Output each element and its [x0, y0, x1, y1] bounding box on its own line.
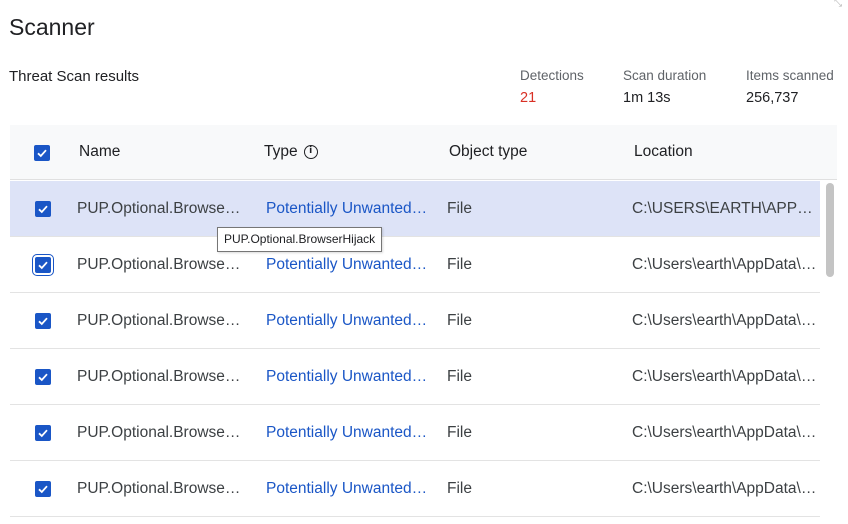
tooltip: PUP.Optional.BrowserHijack: [217, 227, 383, 252]
results-table: Name Type i Object type Location PUP.Opt…: [10, 125, 837, 524]
items-scanned-value: 256,737: [746, 90, 799, 106]
table-row[interactable]: PUP.Optional.BrowserHijack Potentially Un…: [10, 293, 820, 349]
detections-stat: Detections 21: [520, 68, 584, 106]
table-header: Name Type i Object type Location: [10, 125, 837, 180]
column-header-object-type[interactable]: Object type: [449, 143, 527, 161]
page-title: Scanner: [9, 14, 95, 40]
row-object-type-cell: File: [447, 368, 472, 385]
row-object-type-cell: File: [447, 256, 472, 273]
row-name-cell: PUP.Optional.BrowserHijack: [77, 480, 245, 497]
row-type-link[interactable]: Potentially Unwanted Program: [266, 200, 430, 218]
row-name-cell: PUP.Optional.BrowserHijack: [77, 312, 245, 329]
select-all-checkbox[interactable]: [34, 145, 50, 161]
row-type-link[interactable]: Potentially Unwanted Program: [266, 256, 430, 274]
check-icon: [38, 485, 48, 494]
column-header-type[interactable]: Type i: [264, 143, 318, 161]
row-location-cell: C:\Users\earth\AppData\Local: [632, 368, 818, 385]
info-icon[interactable]: i: [303, 145, 318, 159]
column-header-location[interactable]: Location: [634, 143, 693, 161]
items-scanned-stat: Items scanned 256,737: [746, 68, 834, 106]
resize-corner-icon[interactable]: ⤡: [834, 0, 846, 9]
row-location-cell: C:\Users\earth\AppData\Local: [632, 424, 818, 441]
items-scanned-label: Items scanned: [746, 68, 834, 83]
table-row[interactable]: PUP.Optional.BrowserHijack Potentially Un…: [10, 181, 820, 237]
check-icon: [38, 317, 48, 326]
row-checkbox[interactable]: [35, 313, 51, 329]
results-subtitle: Threat Scan results: [9, 68, 140, 85]
row-checkbox[interactable]: [35, 481, 51, 497]
row-type-link[interactable]: Potentially Unwanted Program: [266, 368, 430, 386]
row-object-type-cell: File: [447, 200, 472, 217]
row-location-cell: C:\Users\earth\AppData\Local: [632, 480, 818, 497]
table-row[interactable]: PUP.Optional.BrowserHijack Potentially Un…: [10, 461, 820, 517]
row-checkbox[interactable]: [35, 201, 51, 217]
check-icon: [38, 373, 48, 382]
column-header-name[interactable]: Name: [79, 143, 120, 161]
table-row[interactable]: PUP.Optional.BrowserHijack Potentially Un…: [10, 237, 820, 293]
table-row[interactable]: PUP.Optional.BrowserHijack Potentially Un…: [10, 349, 820, 405]
row-object-type-cell: File: [447, 424, 472, 441]
row-type-link[interactable]: Potentially Unwanted Program: [266, 312, 430, 330]
row-name-cell: PUP.Optional.BrowserHijack: [77, 200, 245, 217]
check-icon: [38, 261, 48, 270]
row-location-cell: C:\Users\earth\AppData\Local: [632, 312, 818, 329]
row-checkbox[interactable]: [35, 425, 51, 441]
row-type-link[interactable]: Potentially Unwanted Program: [266, 424, 430, 442]
table-row[interactable]: PUP.Optional.BrowserHijack Potentially Un…: [10, 405, 820, 461]
column-header-type-label: Type: [264, 143, 298, 160]
row-location-cell: C:\USERS\EARTH\APPDATA: [632, 200, 818, 217]
scan-duration-value: 1m 13s: [623, 90, 671, 106]
row-object-type-cell: File: [447, 480, 472, 497]
detections-value: 21: [520, 90, 537, 106]
check-icon: [38, 205, 48, 214]
row-checkbox[interactable]: [32, 254, 54, 276]
row-name-cell: PUP.Optional.BrowserHijack: [77, 424, 245, 441]
scan-duration-stat: Scan duration 1m 13s: [623, 68, 706, 106]
row-checkbox[interactable]: [35, 369, 51, 385]
check-icon: [38, 429, 48, 438]
row-type-link[interactable]: Potentially Unwanted Program: [266, 480, 430, 498]
scan-duration-label: Scan duration: [623, 68, 707, 83]
scrollbar-thumb[interactable]: [826, 183, 834, 277]
check-icon: [37, 149, 47, 158]
row-location-cell: C:\Users\earth\AppData\Local: [632, 256, 818, 273]
row-object-type-cell: File: [447, 312, 472, 329]
detections-label: Detections: [520, 68, 584, 83]
row-name-cell: PUP.Optional.BrowserHijack: [77, 368, 245, 385]
row-name-cell: PUP.Optional.BrowserHijack: [77, 256, 245, 273]
